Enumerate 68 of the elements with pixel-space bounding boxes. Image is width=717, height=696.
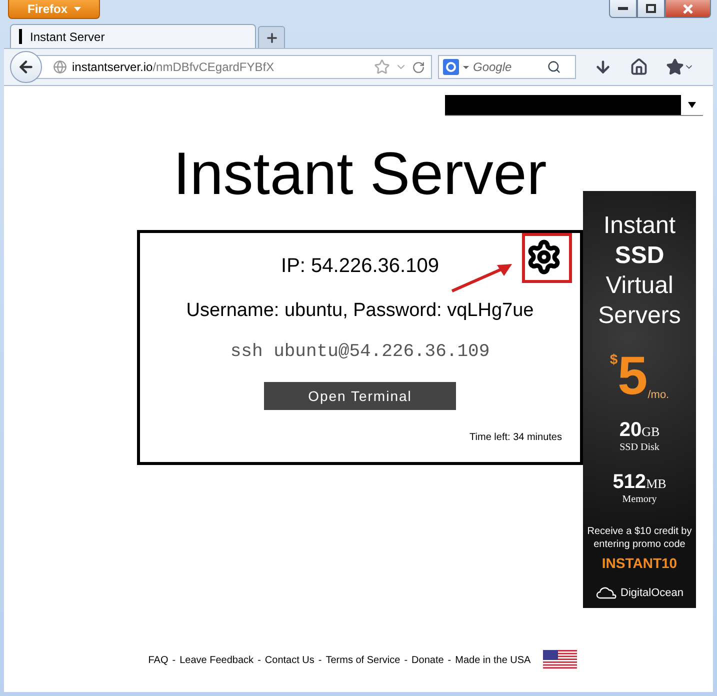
favicon-icon bbox=[19, 29, 22, 44]
disk-amount: 20 bbox=[619, 419, 642, 442]
credentials-text: Username: ubuntu, Password: vqLHg7ue bbox=[186, 300, 534, 322]
bookmarks-button[interactable] bbox=[666, 58, 694, 76]
plus-icon bbox=[264, 30, 278, 44]
new-tab-button[interactable] bbox=[258, 26, 285, 48]
disk-unit: GB bbox=[642, 424, 660, 440]
cloud-icon bbox=[596, 587, 618, 599]
ad-headline: SSD bbox=[614, 241, 664, 271]
memory-amount: 512 bbox=[612, 471, 646, 494]
footer-link[interactable]: Made in the USA bbox=[455, 654, 531, 666]
separator: - bbox=[448, 654, 452, 666]
caret-icon bbox=[463, 66, 469, 68]
star-icon bbox=[666, 58, 684, 76]
footer-link[interactable]: Contact Us bbox=[264, 654, 314, 666]
maximize-icon bbox=[646, 4, 656, 13]
download-icon bbox=[594, 58, 612, 76]
caret-icon bbox=[688, 102, 696, 108]
search-engine-icon bbox=[443, 59, 459, 75]
footer-link[interactable]: Donate bbox=[412, 654, 444, 666]
search-icon[interactable] bbox=[547, 60, 561, 74]
reload-icon[interactable] bbox=[412, 60, 425, 74]
ip-text: IP: 54.226.36.109 bbox=[281, 255, 439, 278]
ad-headline: Servers bbox=[598, 301, 681, 331]
disk-label: SSD Disk bbox=[620, 442, 660, 453]
ad-banner[interactable]: Instant SSD Virtual Servers $5/mo. 20GB SSD Disk 512MB Memory Receive a $10 credit by entering promo code INSTANT10 DigitalOcean bbox=[583, 191, 696, 608]
caret-icon bbox=[74, 7, 80, 11]
separator: - bbox=[258, 654, 261, 666]
url-text: instantserver.io/nmDBfvCEgardFYBfX bbox=[72, 60, 274, 74]
offer-text: Receive a $10 credit by entering promo code bbox=[586, 525, 693, 551]
bookmark-star-icon[interactable] bbox=[374, 59, 390, 75]
back-button[interactable] bbox=[10, 51, 42, 83]
search-bar[interactable]: Google bbox=[438, 55, 576, 79]
page-title: Instant Server bbox=[172, 139, 548, 209]
home-button[interactable] bbox=[630, 58, 648, 76]
open-terminal-button[interactable]: Open Terminal bbox=[264, 382, 456, 410]
maximize-button[interactable] bbox=[637, 0, 665, 18]
separator: - bbox=[404, 654, 408, 666]
brand-name: DigitalOcean bbox=[620, 587, 684, 599]
price-text: 5 bbox=[618, 351, 648, 401]
footer-link[interactable]: Terms of Service bbox=[326, 654, 400, 666]
download-button[interactable] bbox=[594, 58, 612, 76]
minimize-button[interactable] bbox=[609, 0, 637, 18]
currency-symbol: $ bbox=[610, 351, 618, 367]
close-icon bbox=[683, 4, 693, 14]
separator: - bbox=[318, 654, 322, 666]
memory-label: Memory bbox=[622, 494, 657, 505]
promo-code: INSTANT10 bbox=[602, 555, 678, 571]
browser-tab[interactable]: Instant Server bbox=[10, 24, 256, 48]
ssh-command: ssh ubuntu@54.226.36.109 bbox=[230, 342, 490, 362]
dropdown-select[interactable] bbox=[445, 95, 703, 116]
footer-link[interactable]: Leave Feedback bbox=[180, 654, 254, 666]
separator: - bbox=[172, 654, 176, 666]
time-left-text: Time left: 34 minutes bbox=[470, 432, 562, 443]
flag-icon bbox=[542, 650, 577, 670]
ad-headline: Instant bbox=[603, 211, 676, 241]
footer-link[interactable]: FAQ bbox=[148, 654, 168, 666]
minimize-icon bbox=[618, 6, 628, 10]
close-button[interactable] bbox=[665, 0, 711, 18]
settings-icon[interactable] bbox=[526, 239, 562, 275]
globe-icon bbox=[53, 60, 67, 74]
memory-unit: MB bbox=[646, 476, 666, 492]
address-bar[interactable]: instantserver.io/nmDBfvCEgardFYBfX bbox=[36, 55, 432, 79]
period-text: /mo. bbox=[648, 389, 670, 401]
ad-headline: Virtual bbox=[606, 271, 674, 301]
highlight-frame bbox=[522, 233, 572, 283]
home-icon bbox=[630, 58, 648, 76]
gear-icon bbox=[526, 239, 562, 275]
